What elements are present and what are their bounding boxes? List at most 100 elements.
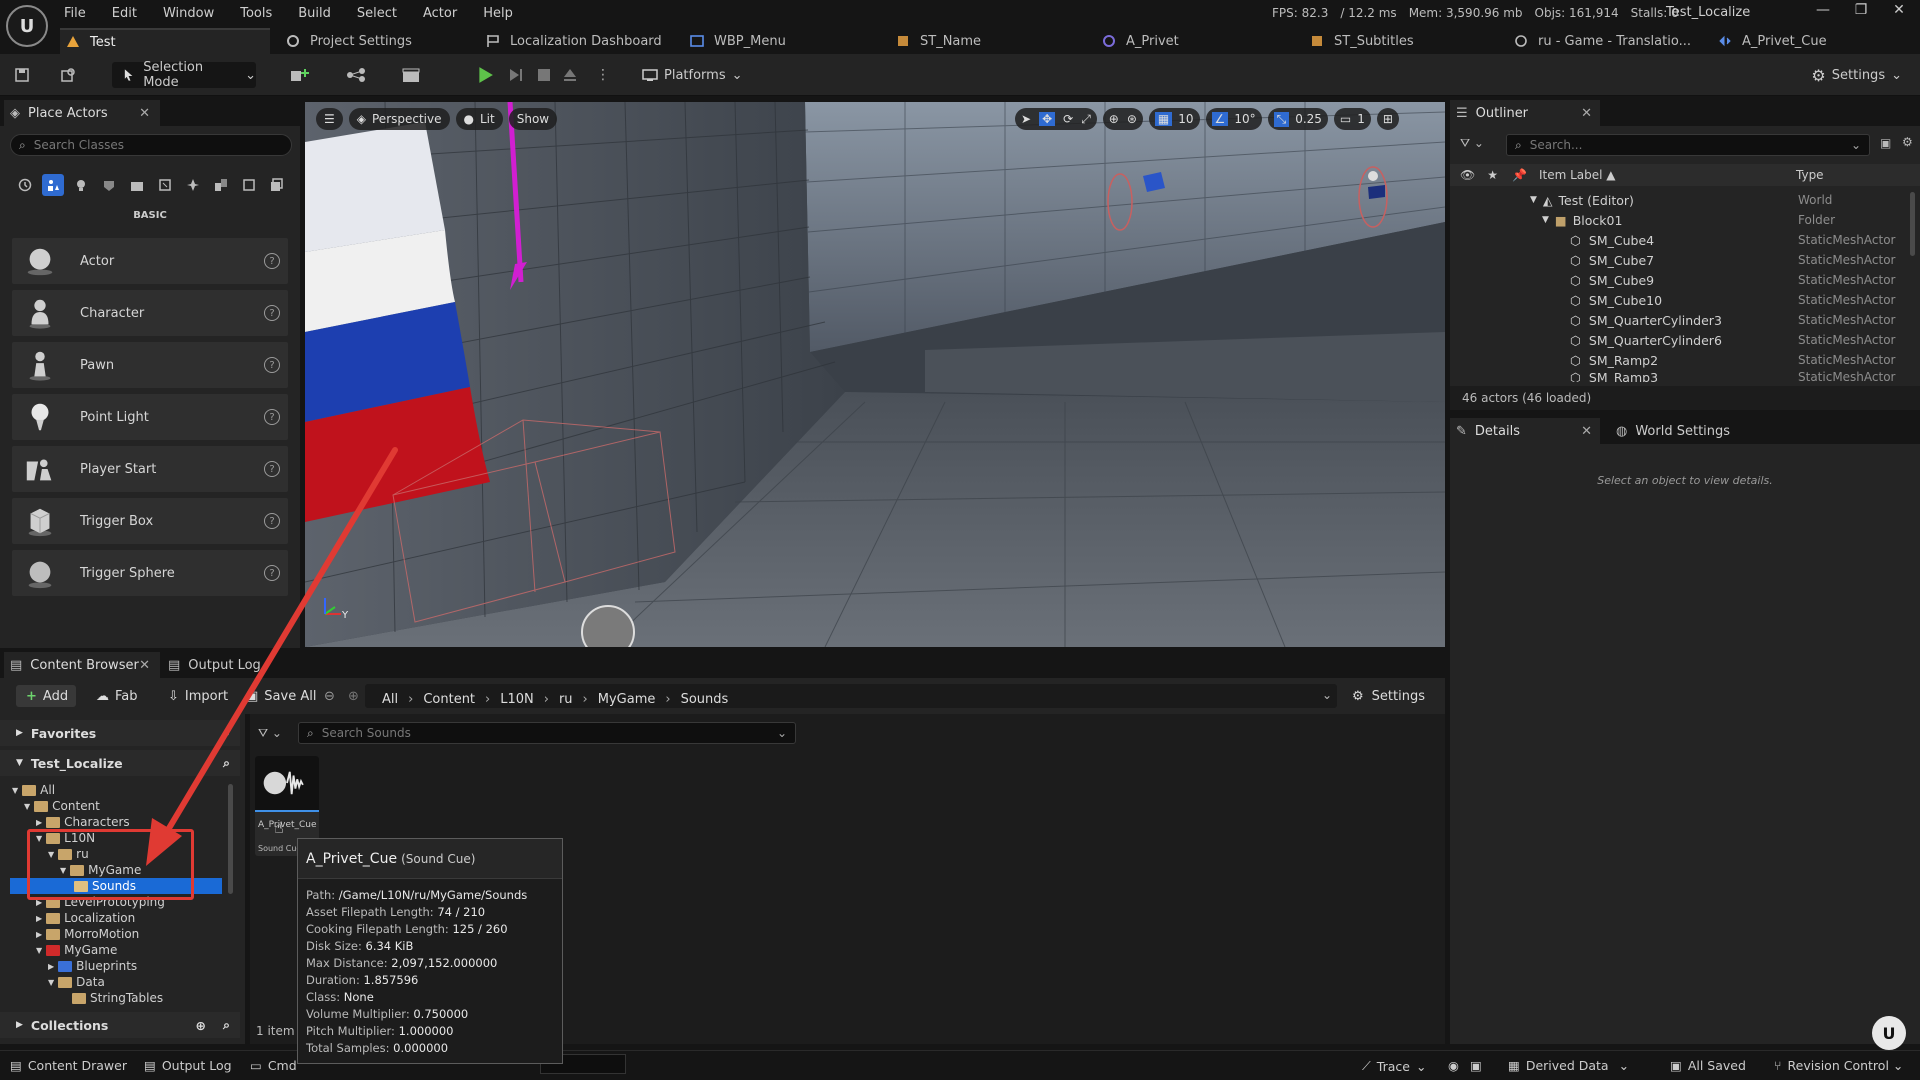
chevron-down-icon[interactable]: ⌄ — [1322, 688, 1332, 702]
actor-item-pawn[interactable]: Pawn ? — [12, 342, 288, 388]
restore-icon[interactable]: ❐ — [1842, 2, 1880, 18]
actor-item-character[interactable]: Character ? — [12, 290, 288, 336]
help-icon[interactable]: ? — [264, 565, 280, 581]
browse-icon[interactable] — [60, 62, 76, 88]
actor-item-trigger-sphere[interactable]: Trigger Sphere ? — [12, 550, 288, 596]
camera-speed-control[interactable]: ▭ 1 — [1333, 108, 1371, 130]
outliner-row[interactable]: ⬡ SM_QuarterCylinder3 StaticMeshActor — [1450, 310, 1908, 330]
tab-translation-editor[interactable]: ru - Game - Translatio... — [1508, 28, 1691, 54]
world-globe-icon[interactable]: ⊕ — [1109, 112, 1119, 126]
more-categories-icon[interactable] — [266, 174, 288, 196]
minimize-icon[interactable]: — — [1804, 2, 1842, 18]
viewport-menu-button[interactable]: ☰ — [316, 108, 343, 130]
close-icon[interactable]: ✕ — [1581, 106, 1592, 121]
shapes-icon[interactable] — [98, 174, 120, 196]
rotate-icon[interactable]: ⟳ — [1063, 112, 1073, 126]
add-actor-icon[interactable] — [290, 62, 310, 88]
outliner-row[interactable]: ⬡ SM_Cube9 StaticMeshActor — [1450, 270, 1908, 290]
tab-world-settings[interactable]: ◍ World Settings — [1616, 418, 1730, 444]
outliner-row[interactable]: ⬡ SM_Cube10 StaticMeshActor — [1450, 290, 1908, 310]
history-back-icon[interactable]: ⊖ — [324, 685, 335, 707]
outliner-row[interactable]: ▼ ◭ Test (Editor) World — [1450, 190, 1908, 210]
lights-icon[interactable] — [70, 174, 92, 196]
outliner-search-input[interactable]: ⌕ Search... ⌄ — [1506, 134, 1870, 156]
outliner-scrollbar[interactable] — [1910, 192, 1915, 256]
select-arrow-icon[interactable]: ➤ — [1021, 112, 1031, 126]
crumb-all[interactable]: All — [382, 692, 398, 707]
tree-item-morromotion[interactable]: ▶ MorroMotion — [12, 926, 224, 942]
derived-data-button[interactable]: ▦ Derived Data ⌄ — [1508, 1058, 1629, 1073]
outliner-row[interactable]: ⬡ SM_Cube7 StaticMeshActor — [1450, 250, 1908, 270]
menu-edit[interactable]: Edit — [112, 6, 137, 21]
help-icon[interactable]: ? — [264, 305, 280, 321]
tab-localization-dashboard[interactable]: Localization Dashboard — [480, 28, 662, 54]
tree-scrollbar[interactable] — [228, 784, 233, 894]
save-all-button[interactable]: ▣ Save All — [246, 685, 316, 707]
tree-item-blueprints[interactable]: ▶ Blueprints — [12, 958, 224, 974]
record-icon[interactable]: ◉ — [1448, 1058, 1459, 1073]
column-item-label[interactable]: Item Label ▲ — [1539, 168, 1616, 182]
tab-st-subtitles[interactable]: ST_Subtitles — [1304, 28, 1414, 54]
menu-file[interactable]: File — [64, 6, 86, 21]
grid-snap-control[interactable]: ▦ 10 — [1148, 108, 1200, 130]
tab-output-log[interactable]: ▤ Output Log — [168, 652, 261, 678]
play-icon[interactable] — [476, 62, 494, 88]
outliner-row[interactable]: ⬡ SM_Ramp3 StaticMeshActor — [1450, 370, 1908, 382]
fab-button[interactable]: ☁ Fab — [96, 685, 138, 707]
tree-item-characters[interactable]: ▶ Characters — [12, 814, 224, 830]
crumb-sounds[interactable]: Sounds — [681, 692, 729, 707]
tab-wbp-menu[interactable]: WBP_Menu — [684, 28, 786, 54]
tree-item-content[interactable]: ▼ Content — [12, 798, 224, 814]
trace-button[interactable]: ⟋ Trace ⌄ — [1362, 1058, 1426, 1074]
help-icon[interactable]: ? — [264, 409, 280, 425]
tree-item-localization[interactable]: ▶ Localization — [12, 910, 224, 926]
help-icon[interactable]: ? — [264, 253, 280, 269]
cinematics-icon[interactable] — [402, 62, 422, 88]
eye-icon[interactable]: 👁 — [1460, 168, 1475, 182]
content-drawer-button[interactable]: ▤ Content Drawer — [10, 1058, 127, 1073]
cb-settings-button[interactable]: ⚙ Settings — [1352, 685, 1425, 707]
history-forward-icon[interactable]: ⊕ — [348, 685, 359, 707]
more-options-icon[interactable]: ⋮ — [596, 62, 610, 88]
tab-st-name[interactable]: ST_Name — [890, 28, 981, 54]
scale-icon[interactable]: ⤢ — [1081, 112, 1091, 127]
surface-snap-icon[interactable]: ⊛ — [1127, 112, 1137, 126]
project-section[interactable]: ▼ Test_Localize ⌕ — [0, 750, 240, 776]
blueprint-icon[interactable] — [346, 62, 366, 88]
import-button[interactable]: ⇩ Import — [168, 685, 228, 707]
collapse-arrow-icon[interactable]: ▼ — [1542, 215, 1549, 225]
tab-project-settings[interactable]: Project Settings — [280, 28, 412, 54]
revision-control-button[interactable]: ⑂ Revision Control ⌄ — [1774, 1058, 1903, 1073]
collections-section[interactable]: ▶ Collections ⊕ ⌕ — [0, 1012, 240, 1038]
platforms-dropdown[interactable]: Platforms ⌄ — [642, 62, 743, 88]
recent-icon[interactable] — [14, 174, 36, 196]
stop-icon[interactable] — [536, 62, 552, 88]
actor-item-point-light[interactable]: Point Light ? — [12, 394, 288, 440]
lit-button[interactable]: ● Lit — [455, 108, 503, 130]
screenshot-icon[interactable]: ▣ — [1470, 1058, 1482, 1073]
add-button[interactable]: + Add — [16, 685, 76, 707]
selection-mode-dropdown[interactable]: Selection Mode ⌄ — [112, 60, 256, 90]
outliner-row[interactable]: ⬡ SM_QuarterCylinder6 StaticMeshActor — [1450, 330, 1908, 350]
actor-item-actor[interactable]: Actor ? — [12, 238, 288, 284]
step-icon[interactable] — [508, 62, 524, 88]
help-icon[interactable]: ? — [264, 461, 280, 477]
unreal-logo[interactable]: U — [6, 5, 48, 47]
eject-icon[interactable] — [562, 62, 578, 88]
crumb-l10n[interactable]: L10N — [500, 692, 534, 707]
search-icon[interactable]: ⌕ — [223, 725, 230, 741]
tab-test[interactable]: Test — [60, 28, 270, 54]
menu-actor[interactable]: Actor — [423, 6, 457, 21]
all-classes-icon[interactable] — [238, 174, 260, 196]
layout-button[interactable]: ⊞ — [1376, 108, 1399, 130]
close-icon[interactable]: ✕ — [139, 658, 150, 673]
visual-effects-icon[interactable] — [154, 174, 176, 196]
save-icon[interactable] — [14, 62, 30, 88]
rotation-snap-control[interactable]: ∠ 10° — [1205, 108, 1262, 130]
translate-icon[interactable]: ✥ — [1039, 112, 1056, 126]
tree-item-stringtables[interactable]: StringTables — [12, 990, 224, 1006]
basic-category-icon[interactable] — [42, 174, 64, 196]
level-viewport[interactable]: Y — [305, 102, 1445, 647]
tab-content-browser[interactable]: ▤ Content Browser ✕ — [4, 652, 160, 678]
filter-icon[interactable]: ⛛ ⌄ — [258, 726, 282, 741]
